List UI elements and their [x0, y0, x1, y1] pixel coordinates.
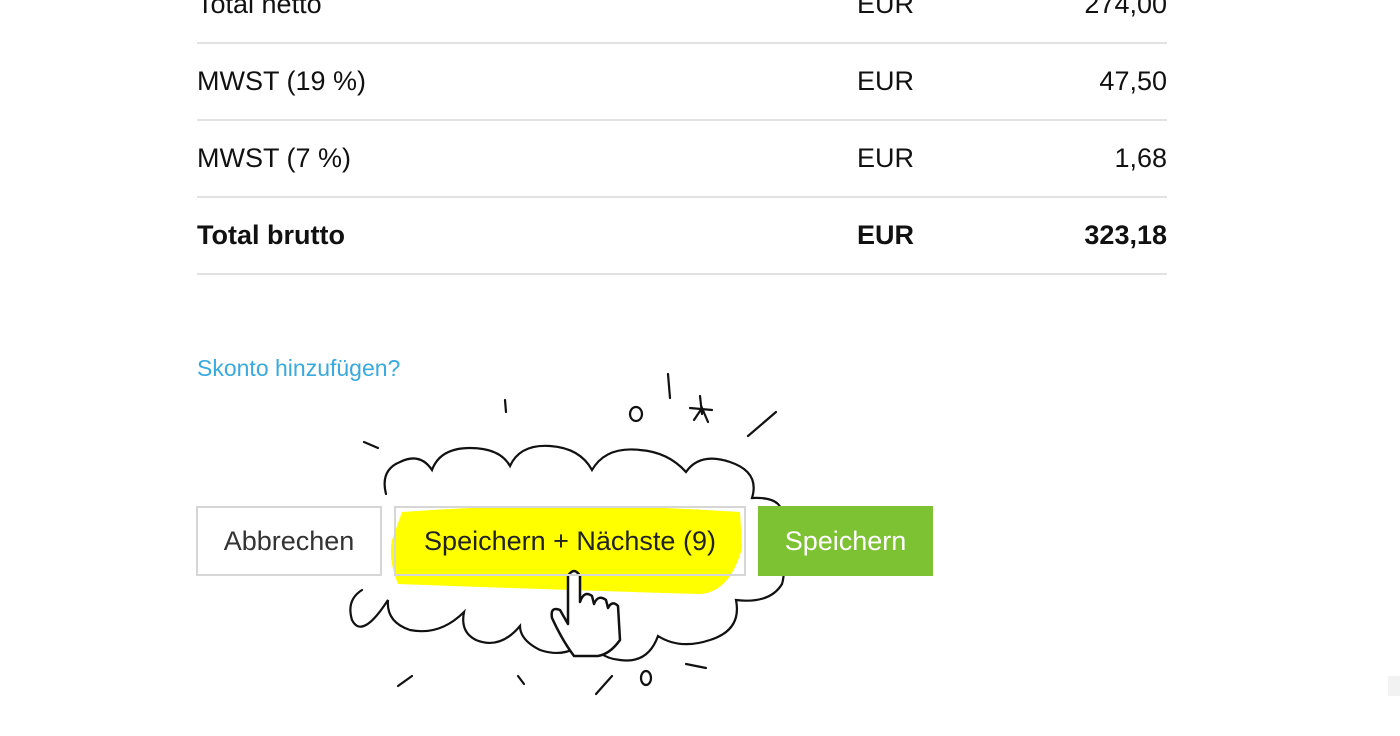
row-label: MWST (19 %) — [197, 66, 367, 96]
invoice-summary-page: Total netto EUR 274,00 MWST (19 %) EUR 4… — [0, 0, 1400, 736]
totals-row-netto: Total netto EUR 274,00 — [197, 0, 1167, 44]
totals-row-vat-7: MWST (7 %) EUR 1,68 — [197, 121, 1167, 198]
totals-row-brutto: Total brutto EUR 323,18 — [197, 198, 1167, 275]
save-button[interactable]: Speichern — [758, 506, 933, 576]
cancel-button[interactable]: Abbrechen — [196, 506, 382, 576]
totals-row-vat-19: MWST (19 %) EUR 47,50 — [197, 44, 1167, 121]
row-amount: 323,18 — [1084, 220, 1167, 250]
row-label: Total netto — [197, 0, 322, 19]
row-currency: EUR — [857, 66, 915, 96]
row-amount: 1,68 — [1114, 143, 1167, 173]
add-discount-link[interactable]: Skonto hinzufügen? — [197, 355, 400, 382]
scroll-corner — [1388, 676, 1400, 696]
save-and-next-button[interactable]: Speichern + Nächste (9) — [394, 506, 746, 576]
row-label: Total brutto — [197, 220, 345, 250]
pointing-hand-cursor-icon — [550, 569, 622, 658]
row-currency: EUR — [857, 143, 915, 173]
totals-table: Total netto EUR 274,00 MWST (19 %) EUR 4… — [197, 0, 1167, 275]
row-label: MWST (7 %) — [197, 143, 351, 173]
row-amount: 274,00 — [1084, 0, 1167, 19]
row-currency: EUR — [857, 0, 915, 19]
row-amount: 47,50 — [1099, 66, 1167, 96]
row-currency: EUR — [857, 220, 915, 250]
